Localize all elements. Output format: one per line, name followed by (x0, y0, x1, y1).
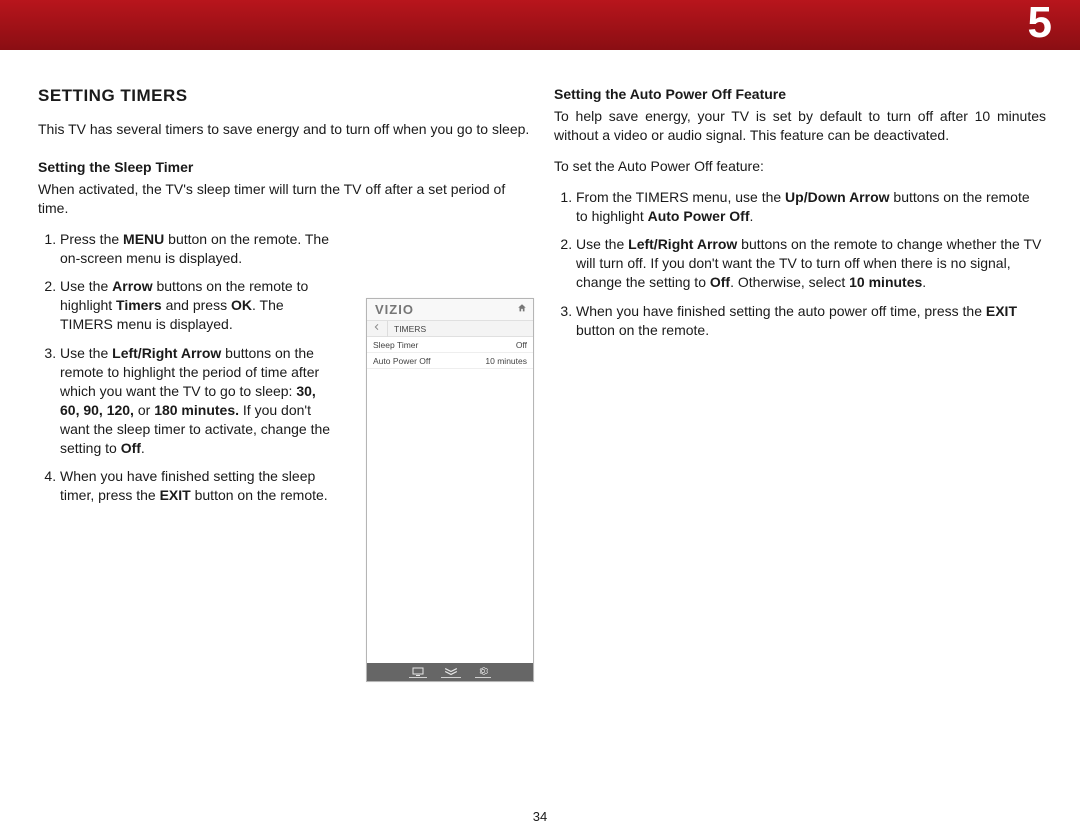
sleep-timer-steps-wrap: Press the MENU button on the remote. The… (38, 230, 338, 506)
page-number: 34 (533, 809, 547, 824)
menu-row-label: Sleep Timer (373, 340, 418, 350)
list-item: Press the MENU button on the remote. The… (60, 230, 338, 268)
menu-row-auto-power-off: Auto Power Off 10 minutes (367, 353, 533, 369)
footer-gear-icon (475, 666, 491, 678)
tv-menu-illustration: VIZIO TIMERS Sleep Timer Off Auto Power … (366, 298, 534, 682)
intro-paragraph: This TV has several timers to save energ… (38, 120, 530, 139)
auto-power-off-heading: Setting the Auto Power Off Feature (554, 86, 1046, 102)
content-area: SETTING TIMERS This TV has several timer… (0, 50, 1080, 515)
footer-tv-icon (409, 667, 427, 678)
breadcrumb-label: TIMERS (394, 324, 426, 334)
left-column: SETTING TIMERS This TV has several timer… (38, 86, 530, 515)
back-chevron-icon (373, 323, 381, 334)
vizio-logo: VIZIO (375, 302, 414, 317)
section-title: SETTING TIMERS (38, 86, 530, 106)
sleep-timer-heading: Setting the Sleep Timer (38, 159, 530, 175)
list-item: Use the Left/Right Arrow buttons on the … (576, 235, 1046, 292)
menu-row-value: 10 minutes (485, 356, 527, 366)
menu-row-value: Off (516, 340, 527, 350)
list-item: When you have finished setting the sleep… (60, 467, 338, 505)
chapter-header-band: 5 (0, 0, 1080, 50)
home-icon (517, 303, 527, 316)
sleep-timer-text: When activated, the TV's sleep timer wil… (38, 180, 530, 218)
menu-header: VIZIO (367, 299, 533, 321)
list-item: When you have finished setting the auto … (576, 302, 1046, 340)
menu-breadcrumb: TIMERS (367, 321, 533, 337)
auto-power-off-lead: To set the Auto Power Off feature: (554, 157, 1046, 176)
right-column: Setting the Auto Power Off Feature To he… (554, 86, 1046, 515)
menu-row-sleep-timer: Sleep Timer Off (367, 337, 533, 353)
menu-row-label: Auto Power Off (373, 356, 430, 366)
chapter-number: 5 (1028, 0, 1052, 48)
breadcrumb-separator (387, 321, 388, 337)
menu-footer (367, 663, 533, 681)
sleep-timer-steps: Press the MENU button on the remote. The… (38, 230, 338, 506)
auto-power-off-steps: From the TIMERS menu, use the Up/Down Ar… (554, 188, 1046, 340)
list-item: From the TIMERS menu, use the Up/Down Ar… (576, 188, 1046, 226)
footer-chevron-down-icon (441, 667, 461, 678)
list-item: Use the Arrow buttons on the remote to h… (60, 277, 338, 334)
auto-power-off-text: To help save energy, your TV is set by d… (554, 107, 1046, 145)
list-item: Use the Left/Right Arrow buttons on the … (60, 344, 338, 457)
